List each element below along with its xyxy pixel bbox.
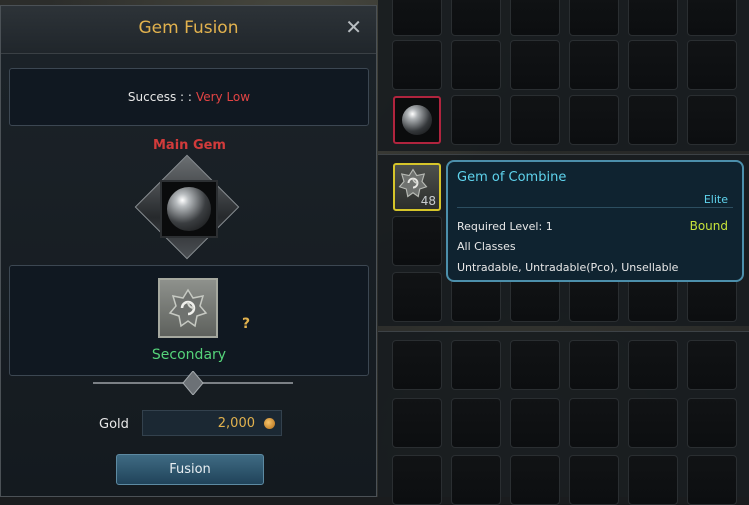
inventory-slot[interactable]: [628, 40, 678, 90]
inventory-slot[interactable]: [569, 455, 619, 505]
gem-fusion-window: Gem Fusion ✕ Success : : Very Low Main Ge…: [0, 5, 377, 497]
inventory-slot[interactable]: [569, 398, 619, 448]
inventory-slot[interactable]: [687, 398, 737, 448]
tooltip-trade-info: Untradable, Untradable(Pco), Unsellable: [457, 261, 679, 274]
secondary-gem-box: ? Secondary: [9, 265, 369, 376]
inventory-slot[interactable]: [510, 40, 560, 90]
inventory-slot[interactable]: [687, 340, 737, 390]
inventory-slot-gem-of-combine[interactable]: 48: [393, 163, 441, 211]
inventory-slot[interactable]: [687, 455, 737, 505]
inventory-slot[interactable]: [628, 455, 678, 505]
inventory-slot[interactable]: [628, 340, 678, 390]
gold-label: Gold: [99, 417, 129, 432]
inventory-slot[interactable]: [451, 455, 501, 505]
gold-amount-box: 2,000: [142, 410, 282, 436]
inventory-slot[interactable]: [392, 40, 442, 90]
ornament-divider: [93, 371, 293, 395]
success-rate-label: Success : :: [127, 90, 192, 104]
inventory-slot[interactable]: [569, 40, 619, 90]
inventory-slot[interactable]: [392, 455, 442, 505]
main-gem-frame: [134, 154, 240, 260]
inventory-slot[interactable]: [628, 0, 678, 36]
main-gem-slot[interactable]: [160, 180, 218, 238]
inventory-slot[interactable]: [451, 40, 501, 90]
tooltip-divider: [457, 207, 733, 208]
inventory-slot[interactable]: [510, 340, 560, 390]
silver-orb-gem-icon: [167, 187, 211, 231]
tooltip-item-grade: Elite: [703, 193, 728, 206]
inventory-slot[interactable]: [392, 216, 442, 266]
inventory-slot[interactable]: [687, 0, 737, 36]
item-stack-count: 48: [420, 194, 436, 208]
secondary-gem-slot[interactable]: [158, 278, 218, 338]
inventory-slot[interactable]: [392, 272, 442, 322]
inventory-slot[interactable]: [510, 0, 560, 36]
secondary-label: Secondary: [151, 347, 227, 363]
inventory-slot[interactable]: [392, 398, 442, 448]
tooltip-classes: All Classes: [457, 240, 516, 253]
inventory-slot[interactable]: [451, 398, 501, 448]
main-gem-label: Main Gem: [153, 138, 226, 153]
inventory-slot[interactable]: [510, 398, 560, 448]
silver-orb-gem-icon: [402, 105, 432, 135]
inventory-slot[interactable]: [451, 340, 501, 390]
inventory-slot[interactable]: [628, 95, 678, 145]
inventory-slot[interactable]: [687, 95, 737, 145]
close-icon[interactable]: ✕: [345, 15, 362, 39]
inventory-slot[interactable]: [451, 0, 501, 36]
inventory-slot-main-gem[interactable]: [393, 96, 441, 144]
gold-coin-icon: [264, 418, 275, 429]
inventory-slot[interactable]: [569, 95, 619, 145]
gold-amount: 2,000: [217, 416, 255, 431]
success-rate-box: Success : : Very Low: [9, 68, 369, 126]
inventory-slot[interactable]: [510, 455, 560, 505]
unknown-result-mark: ?: [242, 316, 251, 332]
tooltip-required-level: Required Level: 1: [457, 220, 553, 233]
inventory-slot[interactable]: [392, 0, 442, 36]
inventory-slot[interactable]: [569, 340, 619, 390]
tooltip-bind-status: Bound: [689, 219, 728, 233]
item-tooltip: Gem of Combine Elite Required Level: 1 B…: [446, 160, 744, 282]
inventory-slot[interactable]: [451, 95, 501, 145]
inventory-slot[interactable]: [569, 0, 619, 36]
tooltip-item-name: Gem of Combine: [457, 170, 567, 185]
inventory-slot[interactable]: [687, 40, 737, 90]
success-rate-line: Success : : Very Low: [10, 90, 368, 104]
inventory-slot[interactable]: [392, 340, 442, 390]
inventory-slot[interactable]: [628, 398, 678, 448]
window-titlebar[interactable]: Gem Fusion ✕: [1, 6, 376, 54]
success-rate-value: Very Low: [195, 90, 251, 104]
fusion-button[interactable]: Fusion: [116, 454, 264, 485]
gem-of-combine-icon: [168, 288, 208, 328]
window-title: Gem Fusion: [138, 18, 239, 38]
inventory-slot[interactable]: [510, 95, 560, 145]
